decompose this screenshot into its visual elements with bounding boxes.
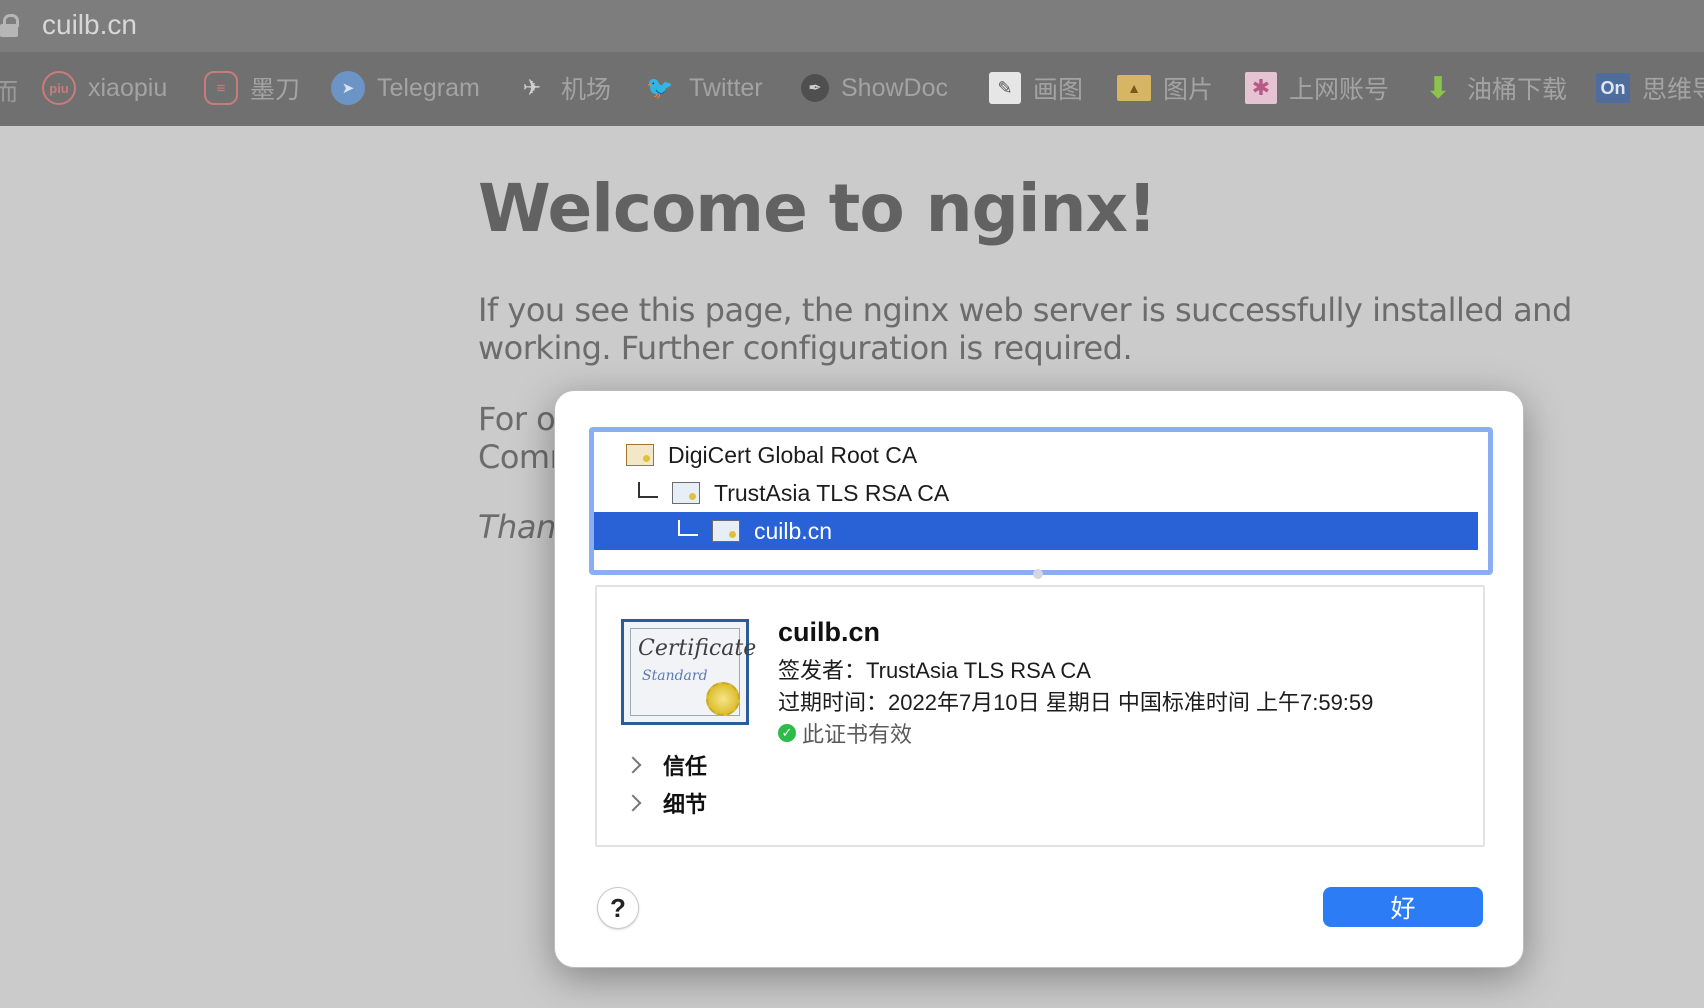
intro-line-2: working. Further configuration is requir… — [478, 329, 1133, 367]
bookmark-on[interactable]: On 思维导 — [1596, 70, 1704, 106]
bookmark-label: ShowDoc — [841, 73, 948, 102]
chain-item-intermediate[interactable]: TrustAsia TLS RSA CA — [594, 474, 1478, 512]
bookmark-label: 图片 — [1163, 76, 1214, 104]
bookmark-label: Telegram — [377, 73, 480, 102]
bookmark-account[interactable]: ✱ 上网账号 — [1245, 70, 1389, 106]
chevron-right-icon — [624, 756, 642, 774]
telegram-icon: ➤ — [331, 71, 365, 105]
seal-icon — [706, 682, 740, 716]
trust-disclosure[interactable]: 信任 — [624, 747, 708, 783]
image-icon: ▲ — [1117, 75, 1151, 101]
certificate-issuer: 签发者：TrustAsia TLS RSA CA — [778, 658, 1091, 683]
bookmarks-bar: 而 piu xiaopiu ≡ 墨刀 ➤ Telegram ✈ 机场 🐦 Twi… — [0, 52, 1704, 126]
intro-paragraph: If you see this page, the nginx web serv… — [478, 291, 1572, 367]
hierarchy-arrow-icon — [638, 482, 658, 498]
bookmark-label: 画图 — [1033, 76, 1084, 104]
bookmark-label: 油桶下载 — [1467, 76, 1568, 104]
hierarchy-arrow-icon — [678, 520, 698, 536]
drawing-icon: ✎ — [989, 72, 1021, 104]
address-bar[interactable]: cuilb.cn — [0, 0, 1704, 52]
certificate-subject: cuilb.cn — [778, 617, 881, 647]
certificate-icon-word: Certificate — [638, 636, 757, 661]
modao-icon: ≡ — [204, 71, 238, 105]
url-text[interactable]: cuilb.cn — [42, 9, 137, 41]
split-resize-handle[interactable] — [1033, 569, 1043, 579]
twitter-icon: 🐦 — [646, 75, 674, 100]
showdoc-icon: ✒ — [801, 74, 829, 102]
valid-check-icon: ✓ — [778, 724, 796, 742]
chain-item-leaf-selected[interactable]: cuilb.cn — [594, 512, 1478, 550]
leaf-certificate-icon — [712, 520, 740, 542]
certificate-chain-list[interactable]: DigiCert Global Root CA TrustAsia TLS RS… — [589, 427, 1493, 575]
trust-label: 信任 — [663, 754, 708, 779]
chain-item-label: TrustAsia TLS RSA CA — [714, 479, 950, 506]
on-icon: On — [1596, 73, 1630, 103]
root-certificate-icon — [626, 444, 654, 466]
certificate-details-panel: Certificate Standard cuilb.cn 签发者：TrustA… — [595, 585, 1485, 847]
page-heading: Welcome to nginx! — [478, 170, 1157, 247]
bookmark-image[interactable]: ▲ 图片 — [1117, 70, 1213, 106]
certificate-expiry: 过期时间：2022年7月10日 星期日 中国标准时间 上午7:59:59 — [778, 690, 1374, 715]
certificate-status: ✓ 此证书有效 — [778, 717, 912, 749]
bookmark-label: 墨刀 — [250, 76, 301, 104]
chevron-right-icon — [624, 794, 642, 812]
bookmark-modao[interactable]: ≡ 墨刀 — [204, 70, 300, 106]
chain-item-label: DigiCert Global Root CA — [668, 441, 918, 468]
airport-icon: ✈ — [522, 75, 542, 100]
xiaopiu-icon: piu — [42, 71, 76, 105]
chain-item-label: cuilb.cn — [754, 517, 832, 544]
help-button[interactable]: ? — [597, 887, 639, 929]
account-icon: ✱ — [1245, 72, 1277, 104]
bookmark-label: 机场 — [561, 76, 612, 104]
details-disclosure[interactable]: 细节 — [624, 785, 708, 821]
bookmark-label: Twitter — [689, 73, 763, 102]
bookmark-label: xiaopiu — [88, 73, 168, 102]
bookmark-download[interactable]: ⬇ 油桶下载 — [1421, 70, 1567, 106]
bookmark-telegram[interactable]: ➤ Telegram — [331, 70, 480, 106]
bookmark-label: 上网账号 — [1289, 76, 1390, 104]
bookmark-partial[interactable]: 而 — [0, 72, 18, 107]
lock-icon — [0, 14, 20, 37]
bookmark-airport[interactable]: ✈ 机场 — [515, 70, 611, 106]
intro-line-1: If you see this page, the nginx web serv… — [478, 291, 1572, 329]
bookmark-label: 思维导 — [1642, 76, 1704, 104]
bookmark-showdoc[interactable]: ✒ ShowDoc — [801, 70, 948, 106]
bookmark-twitter[interactable]: 🐦 Twitter — [643, 70, 763, 106]
intermediate-certificate-icon — [672, 482, 700, 504]
chain-item-root[interactable]: DigiCert Global Root CA — [594, 436, 1478, 474]
certificate-icon: Certificate Standard — [621, 619, 756, 725]
details-label: 细节 — [663, 792, 708, 817]
ok-button[interactable]: 好 — [1323, 887, 1483, 927]
certificate-icon-subword: Standard — [642, 668, 708, 684]
download-icon: ⬇ — [1425, 71, 1451, 105]
certificate-dialog: DigiCert Global Root CA TrustAsia TLS RS… — [554, 390, 1524, 968]
bookmark-drawing[interactable]: ✎ 画图 — [989, 70, 1083, 106]
bookmark-xiaopiu[interactable]: piu xiaopiu — [42, 70, 167, 106]
status-text: 此证书有效 — [802, 722, 913, 747]
